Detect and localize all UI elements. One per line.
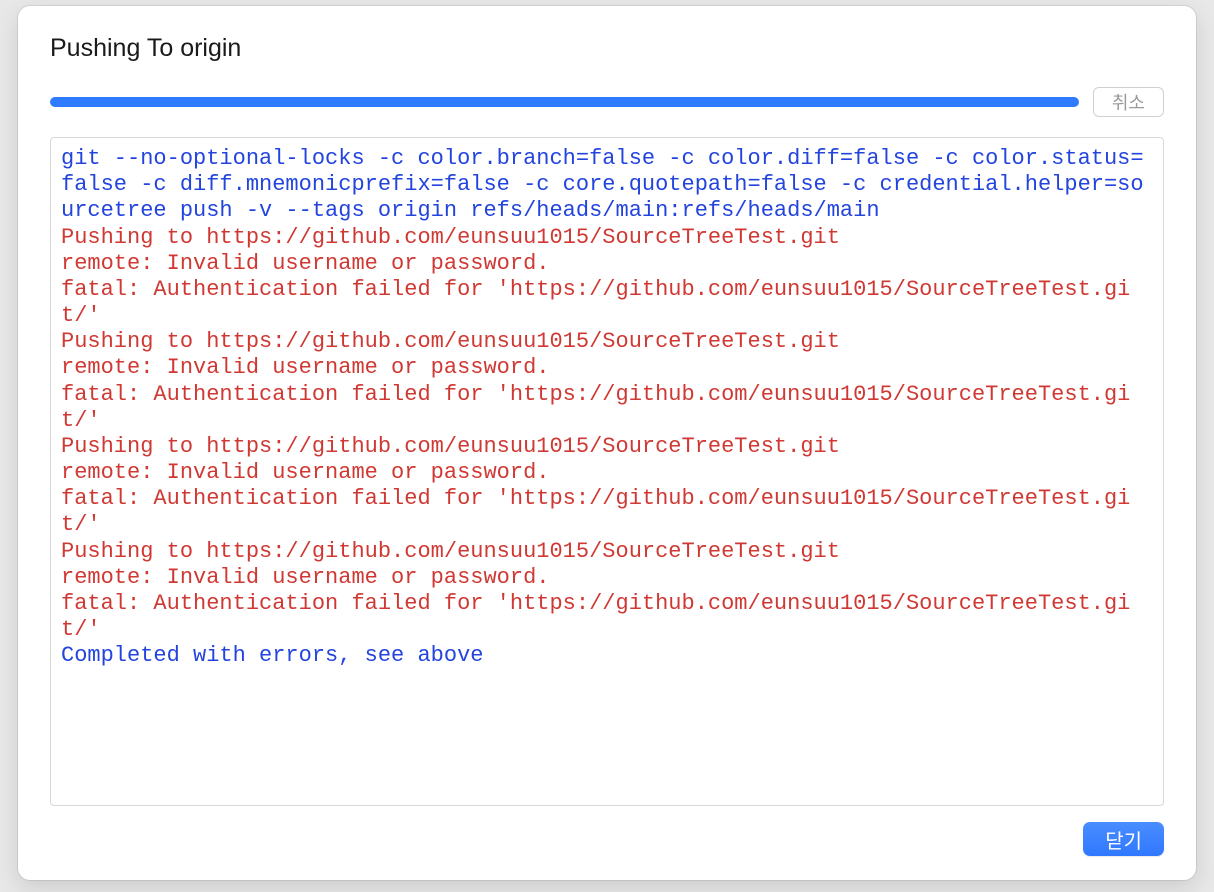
push-dialog: Pushing To origin 취소 git --no-optional-l…: [18, 6, 1196, 880]
log-error-line: fatal: Authentication failed for 'https:…: [61, 277, 1130, 328]
dialog-footer: 닫기: [50, 822, 1164, 856]
log-error-line: fatal: Authentication failed for 'https:…: [61, 486, 1130, 537]
log-completion: Completed with errors, see above: [61, 643, 483, 668]
progress-bar: [50, 97, 1079, 107]
log-error-line: remote: Invalid username or password.: [61, 565, 549, 590]
progress-row: 취소: [50, 87, 1164, 117]
log-error-line: remote: Invalid username or password.: [61, 251, 549, 276]
dialog-title: Pushing To origin: [50, 34, 1164, 63]
log-error-line: Pushing to https://github.com/eunsuu1015…: [61, 225, 840, 250]
cancel-button[interactable]: 취소: [1093, 87, 1164, 117]
log-command: git --no-optional-locks -c color.branch=…: [61, 146, 1144, 223]
log-error-line: Pushing to https://github.com/eunsuu1015…: [61, 434, 840, 459]
log-error-line: fatal: Authentication failed for 'https:…: [61, 591, 1130, 642]
log-error-line: remote: Invalid username or password.: [61, 460, 549, 485]
log-error-line: fatal: Authentication failed for 'https:…: [61, 382, 1130, 433]
log-error-line: Pushing to https://github.com/eunsuu1015…: [61, 539, 840, 564]
log-error-line: Pushing to https://github.com/eunsuu1015…: [61, 329, 840, 354]
log-error-line: remote: Invalid username or password.: [61, 355, 549, 380]
output-log[interactable]: git --no-optional-locks -c color.branch=…: [50, 137, 1164, 806]
close-button[interactable]: 닫기: [1083, 822, 1164, 856]
